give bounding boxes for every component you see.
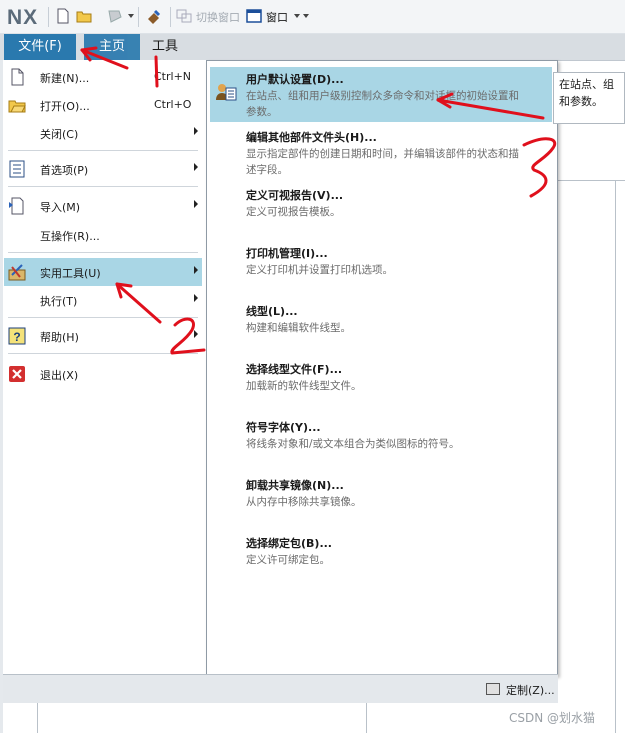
- annotation-scribble: [522, 137, 557, 198]
- annotation-overlay: [80, 46, 557, 355]
- annotation-arrow: [115, 282, 162, 324]
- annotation-scribble: [170, 317, 206, 355]
- annotation-arrow: [436, 98, 545, 120]
- annotation-line: [154, 55, 159, 88]
